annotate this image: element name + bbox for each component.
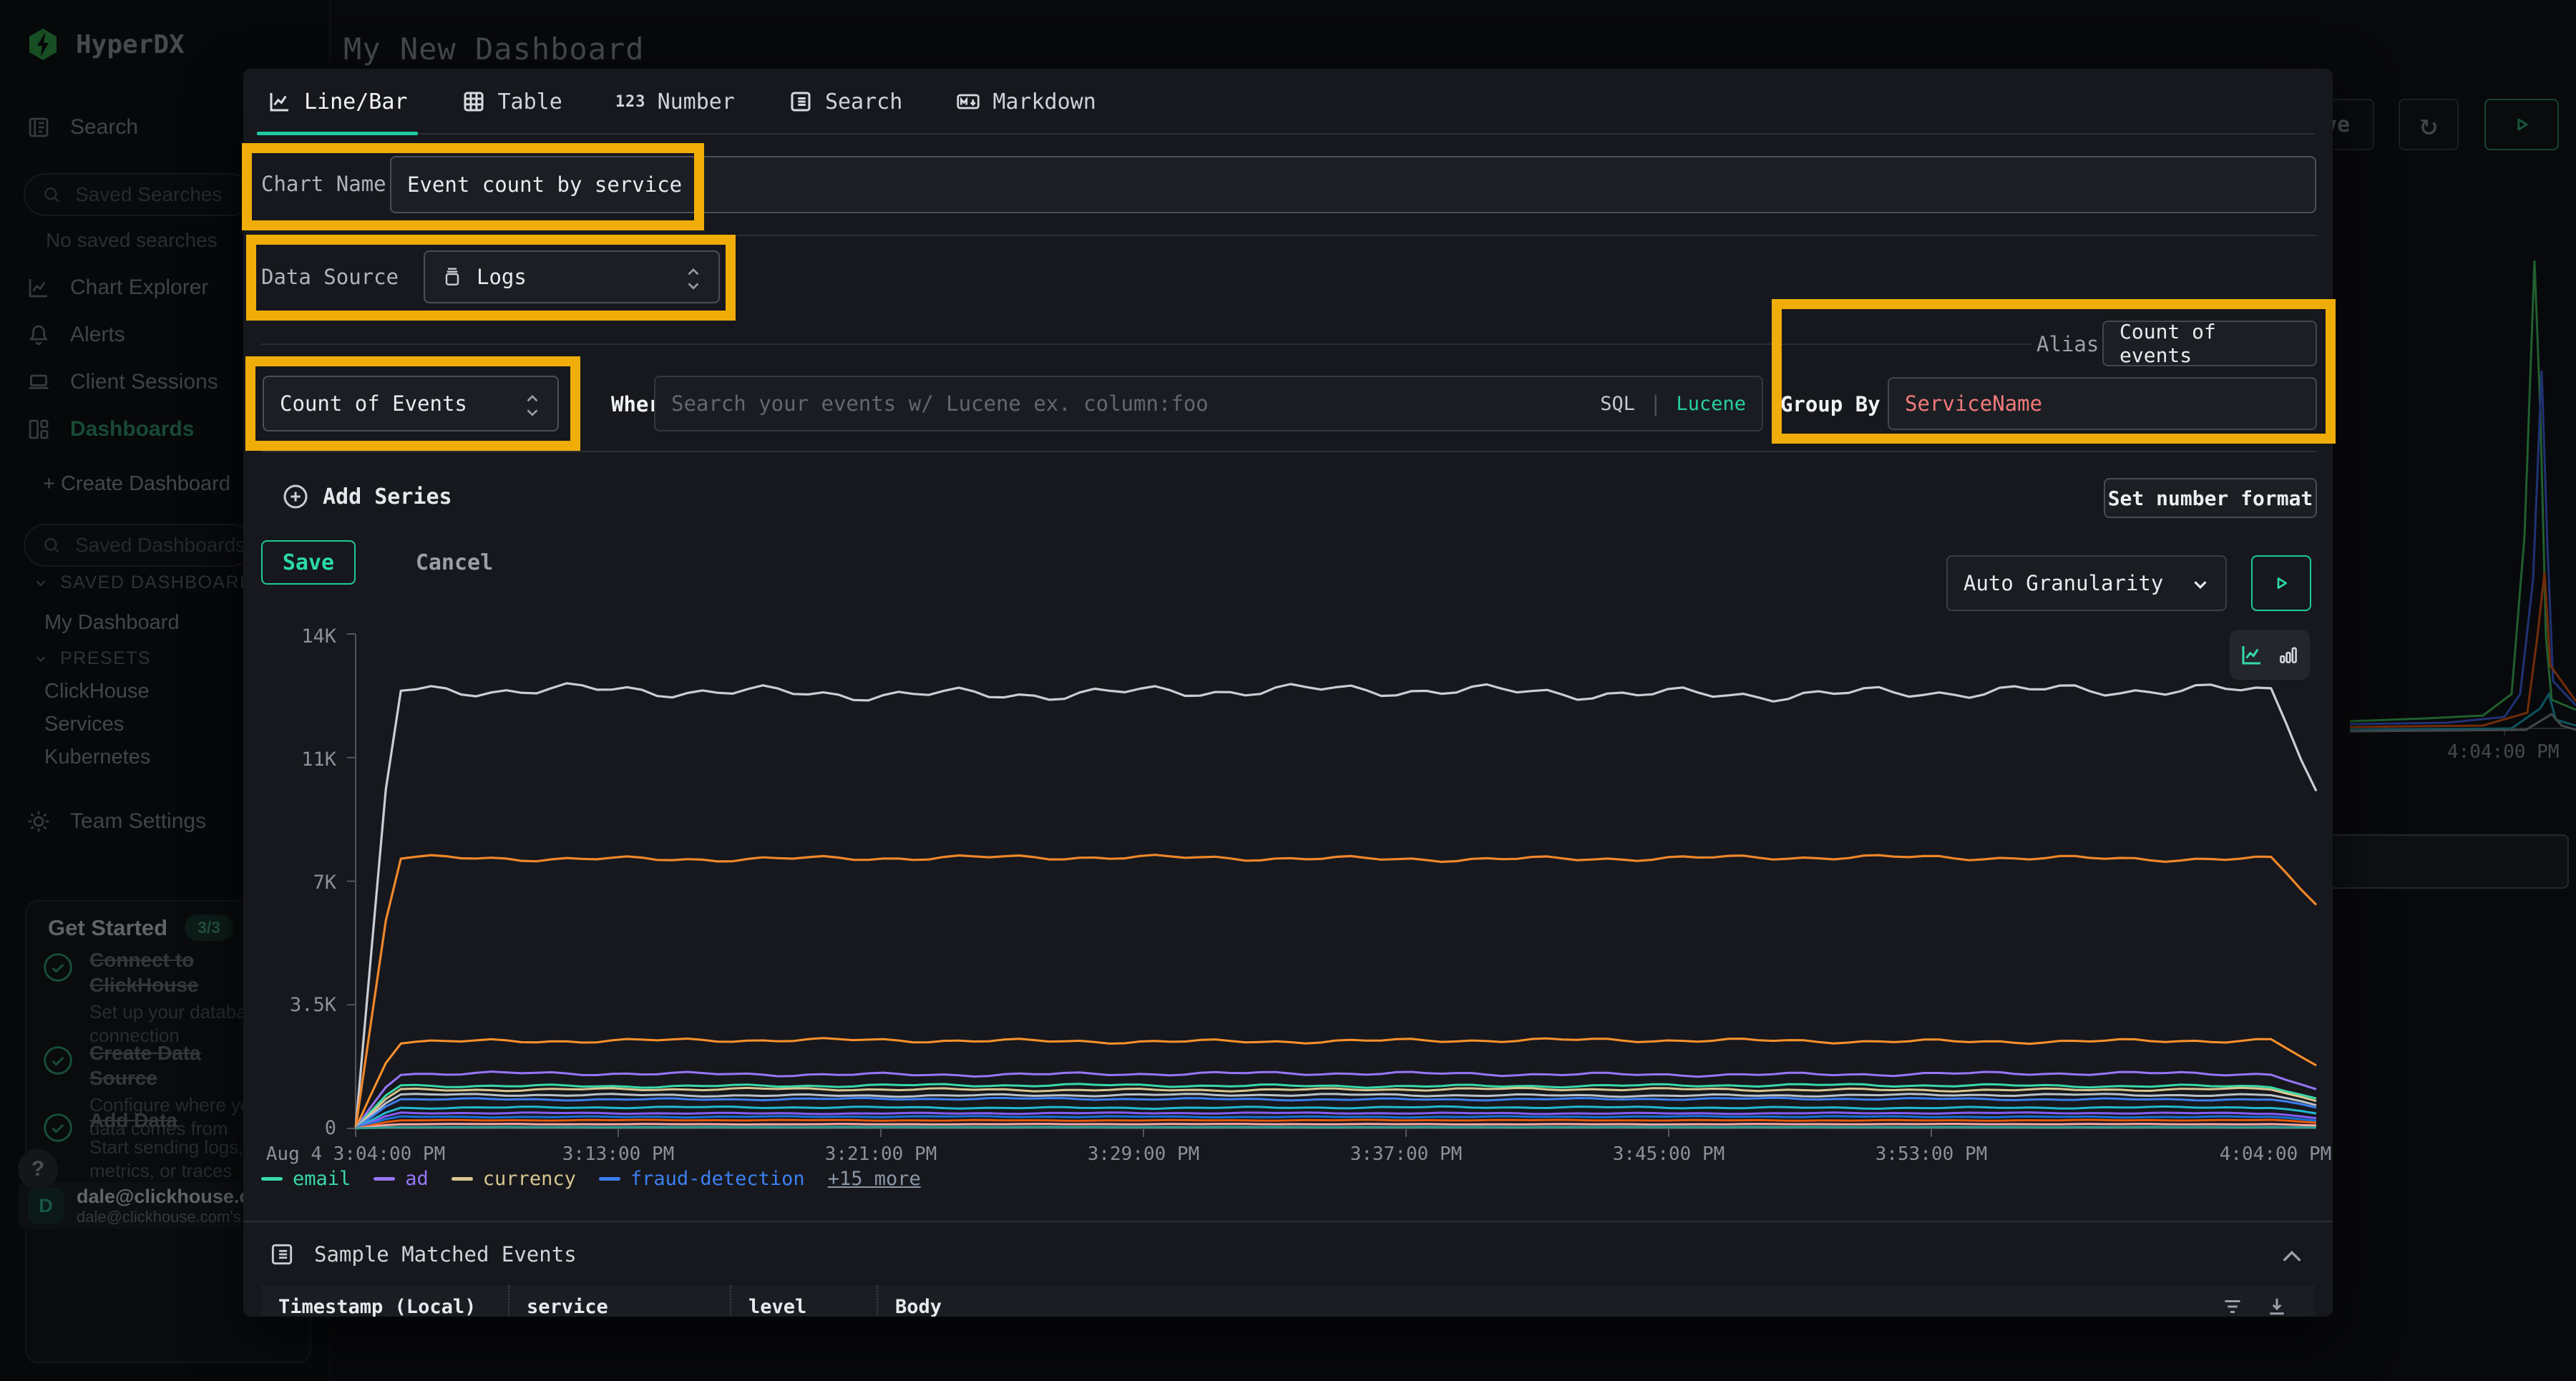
y-axis-label: 0 (261, 1117, 336, 1139)
tab-number[interactable]: 123 Number (610, 84, 741, 133)
legend-label: ad (405, 1168, 429, 1190)
x-axis-label: 4:04:00 PM (2168, 1143, 2333, 1165)
add-series-button[interactable]: Add Series (281, 482, 452, 511)
group-by-input[interactable]: ServiceName (1888, 377, 2317, 430)
tab-label: Table (498, 89, 562, 114)
tab-label: Number (658, 89, 735, 114)
line-chart-icon (267, 89, 293, 114)
column-header-body[interactable]: Body (877, 1285, 2315, 1317)
download-icon[interactable] (2264, 1294, 2290, 1317)
data-source-value: Logs (477, 265, 527, 289)
x-axis-label: 3:13:00 PM (511, 1143, 726, 1165)
legend-item[interactable]: currency (452, 1168, 576, 1190)
column-header-level[interactable]: level (730, 1285, 877, 1317)
sample-events-title: Sample Matched Events (314, 1242, 577, 1267)
where-placeholder: Search your events w/ Lucene ex. column:… (671, 391, 1586, 416)
group-by-label: Group By (1780, 392, 1880, 416)
alias-input[interactable]: Count of events (2102, 321, 2317, 366)
aggregation-value: Count of Events (280, 391, 467, 416)
select-chevrons-icon (523, 389, 542, 419)
table-icon (461, 89, 487, 114)
legend-label: currency (483, 1168, 576, 1190)
modal-save-button[interactable]: Save (261, 540, 356, 585)
legend-label: email (293, 1168, 351, 1190)
mode-divider: | (1649, 391, 1662, 416)
chart-name-input[interactable] (390, 156, 2316, 213)
select-chevrons-icon (684, 262, 703, 292)
tab-label: Search (825, 89, 902, 114)
edit-chart-modal: Line/Bar Table 123 Number Search Markdow… (243, 69, 2333, 1317)
main-chart (329, 630, 2318, 1138)
lucene-mode-toggle[interactable]: Lucene (1676, 393, 1746, 415)
legend-swatch (599, 1177, 620, 1181)
tab-search[interactable]: Search (782, 84, 908, 133)
granularity-value: Auto Granularity (1963, 571, 2163, 595)
x-axis-label: 3:53:00 PM (1824, 1143, 2039, 1165)
group-by-value: ServiceName (1905, 391, 2042, 416)
chart-series-line (356, 683, 2316, 1128)
run-chart-button[interactable] (2251, 555, 2311, 611)
chart-series-line (356, 1038, 2316, 1128)
set-number-format-label: Set number format (2108, 487, 2313, 510)
tab-markdown[interactable]: Markdown (950, 84, 1102, 133)
markdown-icon (955, 89, 981, 114)
column-header-service[interactable]: service (508, 1285, 730, 1317)
sample-events-header[interactable]: Sample Matched Events (268, 1241, 577, 1268)
number-123-icon: 123 (615, 93, 646, 111)
modal-save-label: Save (283, 550, 334, 575)
legend-item[interactable]: fraud-detection (599, 1168, 805, 1190)
x-axis-label: 3:21:00 PM (774, 1143, 988, 1165)
divider (261, 235, 2316, 236)
events-table-header: Timestamp (Local) service level Body (261, 1285, 2315, 1317)
y-axis-label: 11K (261, 748, 336, 771)
set-number-format-button[interactable]: Set number format (2104, 478, 2317, 518)
tab-label: Markdown (992, 89, 1096, 114)
tab-table[interactable]: Table (455, 84, 568, 133)
alias-label: Alias (2036, 332, 2099, 356)
where-search-input[interactable]: Search your events w/ Lucene ex. column:… (654, 376, 1763, 431)
legend-item[interactable]: email (261, 1168, 351, 1190)
y-axis-label: 14K (261, 625, 336, 648)
legend-item[interactable]: ad (374, 1168, 429, 1190)
list-icon (268, 1241, 296, 1268)
x-axis-label: 3:45:00 PM (1561, 1143, 1776, 1165)
legend-swatch (374, 1177, 395, 1181)
data-source-label: Data Source (261, 265, 399, 289)
tab-label: Line/Bar (304, 89, 408, 114)
plus-circle-icon (281, 482, 310, 511)
modal-cancel-button[interactable]: Cancel (411, 547, 497, 578)
legend-more-link[interactable]: +15 more (828, 1168, 921, 1190)
legend-label: fraud-detection (630, 1168, 805, 1190)
x-axis-label: Aug 4 3:04:00 PM (248, 1143, 463, 1165)
list-icon (788, 89, 814, 114)
y-axis-label: 3.5K (261, 994, 336, 1016)
sql-mode-toggle[interactable]: SQL (1600, 393, 1635, 415)
divider (261, 343, 2031, 345)
alias-value: Count of events (2119, 320, 2300, 367)
collapse-chevron-up-icon[interactable] (2280, 1248, 2304, 1265)
play-icon (2270, 572, 2293, 595)
chart-name-label: Chart Name (261, 172, 386, 196)
add-series-label: Add Series (323, 484, 452, 509)
divider (243, 1221, 2333, 1222)
aggregation-select[interactable]: Count of Events (263, 376, 559, 431)
x-axis-label: 3:29:00 PM (1036, 1143, 1251, 1165)
divider (261, 451, 2316, 452)
database-icon (441, 265, 464, 288)
modal-cancel-label: Cancel (416, 550, 493, 575)
data-source-select[interactable]: Logs (424, 250, 720, 303)
legend-swatch (452, 1177, 473, 1181)
granularity-select[interactable]: Auto Granularity (1946, 555, 2227, 611)
column-header-timestamp[interactable]: Timestamp (Local) (261, 1285, 508, 1317)
y-axis-label: 7K (261, 872, 336, 894)
x-axis-label: 3:37:00 PM (1299, 1143, 1513, 1165)
tab-line-bar[interactable]: Line/Bar (261, 84, 414, 133)
chart-legend: email ad currency fraud-detection +15 mo… (261, 1168, 921, 1190)
chevron-down-icon (2190, 574, 2211, 595)
legend-swatch (261, 1177, 283, 1181)
filter-icon[interactable] (2220, 1294, 2245, 1317)
modal-tabs: Line/Bar Table 123 Number Search Markdow… (261, 84, 2315, 135)
